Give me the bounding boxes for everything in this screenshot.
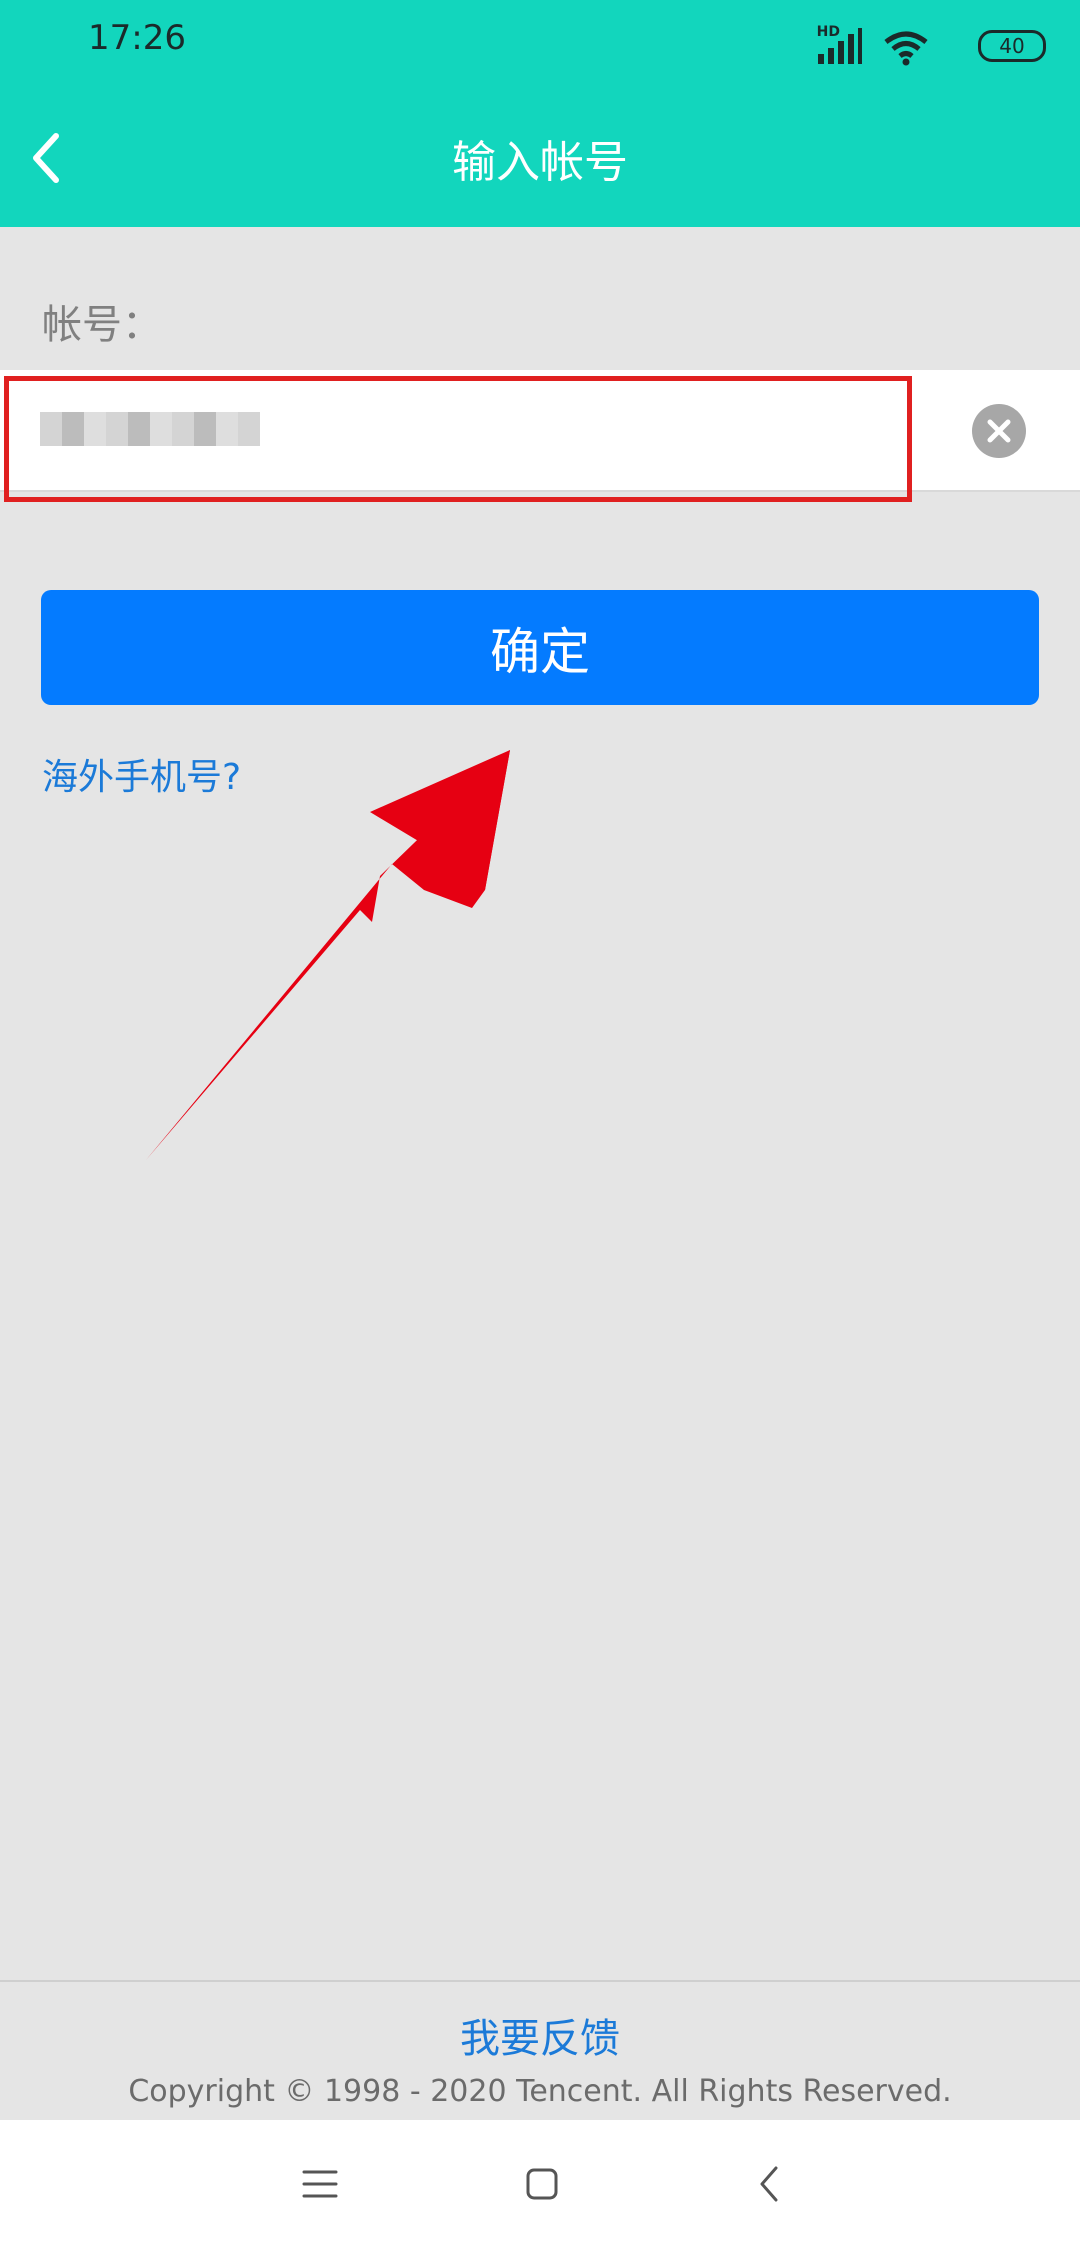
clear-input-button[interactable]: [972, 404, 1026, 458]
page-title: 输入帐号: [452, 137, 628, 188]
feedback-link[interactable]: 我要反馈: [0, 2006, 1080, 2064]
masked-account-text: [40, 412, 260, 446]
annotation-arrow-icon: [146, 750, 510, 1160]
system-navigation-bar: [0, 2120, 1080, 2248]
status-time: 17:26: [88, 18, 186, 58]
home-square-icon[interactable]: [512, 2154, 572, 2214]
account-label: 帐号：: [42, 302, 162, 348]
confirm-button[interactable]: 确定: [41, 590, 1039, 705]
status-icons: HD 40: [726, 22, 1046, 66]
footer-divider: [0, 1980, 1080, 1982]
signal-icon: [818, 28, 862, 64]
back-chevron-icon[interactable]: [740, 2154, 800, 2214]
clear-icon: [987, 419, 1011, 443]
wifi-icon: [884, 31, 928, 66]
menu-icon[interactable]: [290, 2154, 350, 2214]
account-input-row: [0, 372, 1080, 492]
app-header: 17:26 HD 40 输入帐号: [0, 0, 1080, 227]
battery-indicator: 40: [978, 30, 1046, 62]
copyright-text: Copyright © 1998 - 2020 Tencent. All Rig…: [128, 2074, 952, 2109]
